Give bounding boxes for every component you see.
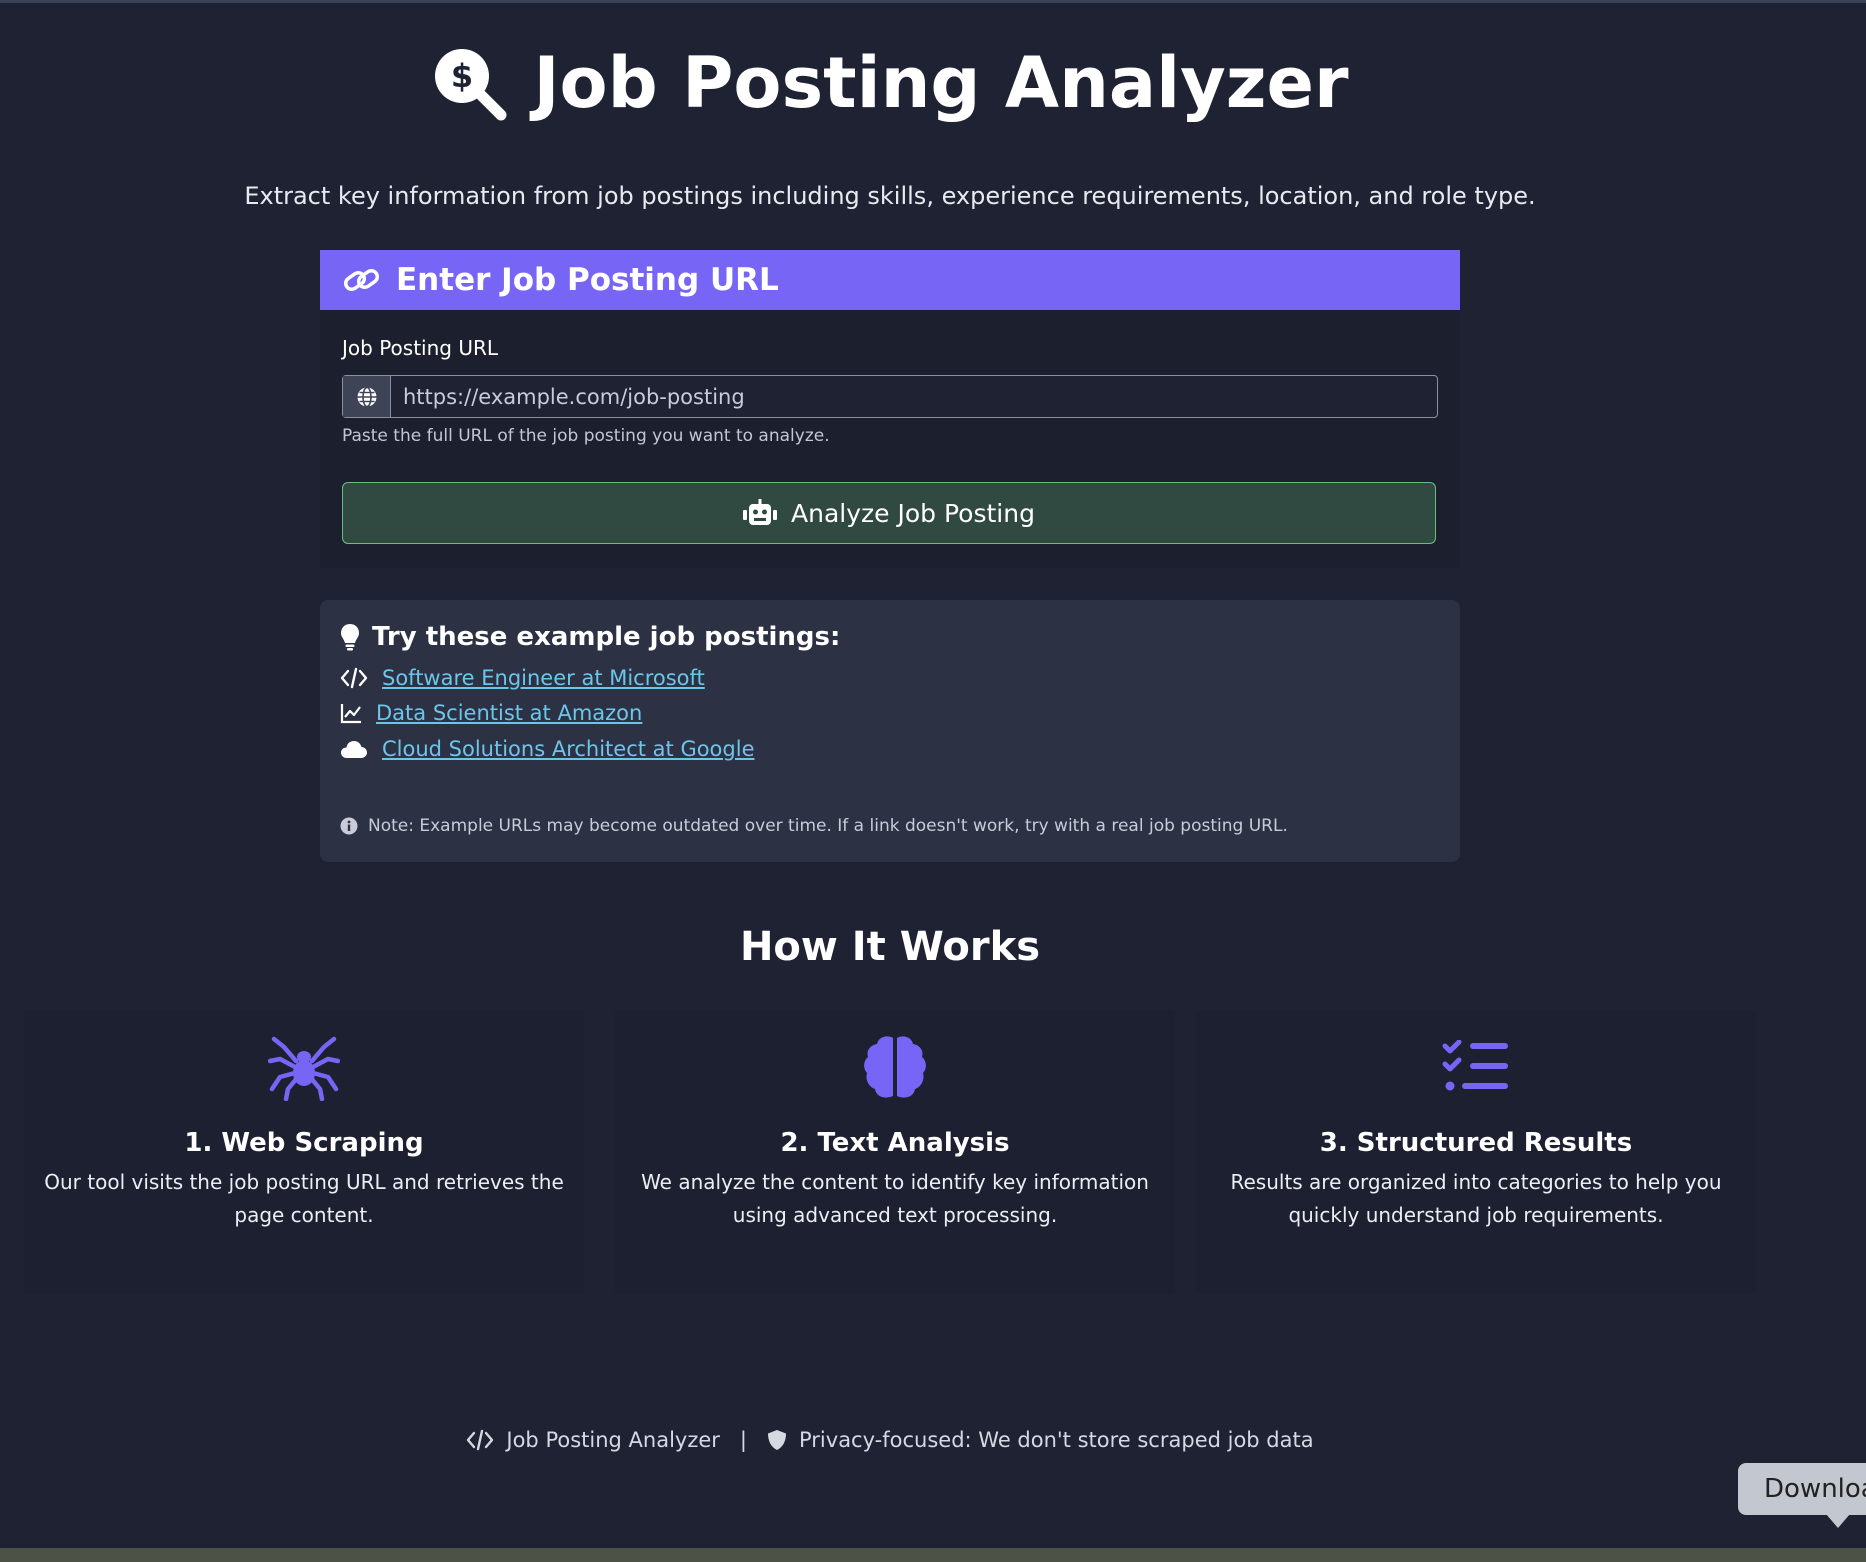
download-tooltip-arrow	[1826, 1514, 1850, 1528]
page-title: Job Posting Analyzer	[533, 42, 1349, 124]
example-item-amazon: Data Scientist at Amazon	[340, 701, 642, 725]
url-input-group	[342, 375, 1438, 418]
step-title: 1. Web Scraping	[184, 1128, 424, 1158]
example-link-microsoft[interactable]: Software Engineer at Microsoft	[382, 666, 705, 690]
link-icon	[343, 268, 380, 292]
url-addon	[343, 376, 391, 417]
step-structured-results: 3. Structured Results Results are organi…	[1196, 1010, 1756, 1294]
list-check-icon	[1442, 1040, 1508, 1091]
step-text-analysis: 2. Text Analysis We analyze the content …	[615, 1010, 1175, 1294]
url-help-text: Paste the full URL of the job posting yo…	[342, 426, 830, 446]
footer-privacy-text: Privacy-focused: We don't store scraped …	[799, 1428, 1314, 1452]
url-card-header: Enter Job Posting URL	[320, 250, 1460, 310]
example-item-google: Cloud Solutions Architect at Google	[340, 737, 755, 761]
code-icon	[340, 667, 368, 689]
step-title: 2. Text Analysis	[780, 1128, 1010, 1158]
window-bottom-strip	[0, 1548, 1866, 1562]
page-header: $ Job Posting Analyzer Extract key infor…	[0, 38, 1780, 210]
example-item-microsoft: Software Engineer at Microsoft	[340, 666, 705, 690]
examples-note: Note: Example URLs may become outdated o…	[340, 816, 1288, 836]
download-tooltip: Download	[1738, 1463, 1866, 1515]
search-dollar-icon: $	[435, 49, 507, 121]
example-link-amazon[interactable]: Data Scientist at Amazon	[376, 701, 642, 725]
page-subtitle: Extract key information from job posting…	[244, 182, 1536, 210]
analyze-button-label: Analyze Job Posting	[791, 498, 1035, 528]
footer-app-name: Job Posting Analyzer	[506, 1428, 720, 1452]
examples-heading: Try these example job postings:	[340, 622, 840, 652]
url-field-label: Job Posting URL	[342, 336, 498, 360]
analyze-button[interactable]: Analyze Job Posting	[342, 482, 1436, 544]
step-title: 3. Structured Results	[1319, 1128, 1633, 1158]
how-it-works-title: How It Works	[739, 924, 1041, 970]
url-card: Enter Job Posting URL Job Posting URL Pa…	[320, 250, 1460, 568]
title-row: $ Job Posting Analyzer	[0, 38, 1780, 128]
code-icon	[467, 1429, 494, 1451]
examples-note-text: Note: Example URLs may become outdated o…	[368, 816, 1288, 836]
page-footer: Job Posting Analyzer | Privacy-focused: …	[0, 1428, 1780, 1452]
examples-heading-text: Try these example job postings:	[372, 622, 841, 652]
globe-icon	[357, 386, 376, 407]
lightbulb-icon	[341, 624, 359, 651]
step-web-scraping: 1. Web Scraping Our tool visits the job …	[24, 1010, 584, 1294]
svg-text:$: $	[451, 57, 473, 95]
info-icon	[340, 817, 358, 835]
spider-icon	[268, 1036, 340, 1101]
url-card-title: Enter Job Posting URL	[396, 262, 779, 298]
step-description: We analyze the content to identify key i…	[641, 1170, 1149, 1227]
step-description: Results are organized into categories to…	[1230, 1170, 1722, 1227]
cloud-icon	[341, 741, 367, 758]
robot-icon	[743, 499, 778, 525]
example-link-google[interactable]: Cloud Solutions Architect at Google	[382, 737, 755, 761]
chart-line-icon	[340, 704, 361, 724]
job-url-input[interactable]	[391, 376, 1437, 417]
window-top-border	[0, 0, 1866, 3]
step-description: Our tool visits the job posting URL and …	[44, 1170, 564, 1227]
footer-separator: |	[739, 1428, 747, 1452]
brain-icon	[864, 1036, 926, 1098]
examples-panel: Try these example job postings: Software…	[320, 600, 1460, 862]
shield-icon	[768, 1430, 786, 1450]
